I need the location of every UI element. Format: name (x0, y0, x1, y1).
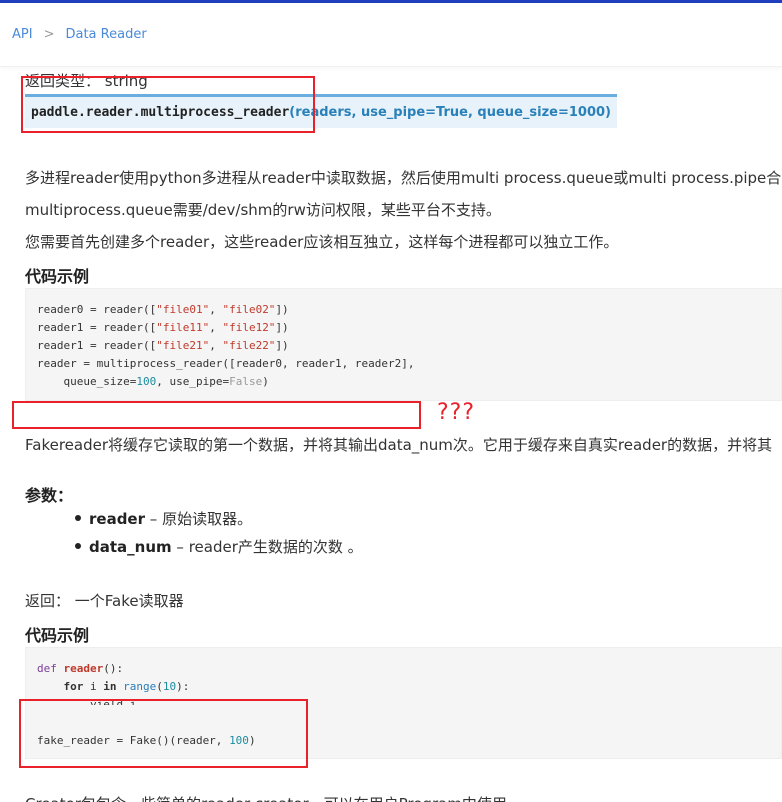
breadcrumb-bar: API > Data Reader (0, 3, 782, 67)
param-name: reader (89, 510, 146, 528)
returns-text: 返回： 一个Fake读取器 (25, 592, 184, 610)
code-line: reader0 = reader(["file01", "file02"]) (37, 303, 289, 316)
param-name: data_num (89, 538, 172, 556)
param-desc: 原始读取器。 (162, 510, 253, 528)
bullet-icon (75, 514, 81, 521)
code-line: for i in range(10): (63, 680, 190, 693)
bullet-icon (75, 542, 81, 549)
breadcrumb: API > Data Reader (12, 27, 147, 42)
code-line: yield i (37, 698, 137, 711)
code-line: reader1 = reader(["file21", "file22"]) (37, 339, 289, 352)
annotation-box-missing (12, 401, 421, 429)
code-line: def reader(): (37, 662, 124, 675)
api-signature: paddle.reader.multiprocess_reader(reader… (25, 94, 617, 128)
description-line-1: 多进程reader使用python多进程从reader中读取数据，然后使用mul… (25, 169, 782, 187)
code-example-heading: 代码示例 (25, 267, 90, 286)
breadcrumb-link-data-reader[interactable]: Data Reader (65, 27, 146, 42)
list-item: reader – 原始读取器。 (75, 505, 363, 533)
cutoff-paragraph: Creator包包含一些简单的reader creator，可以在用户Progr… (25, 793, 522, 802)
param-desc: reader产生数据的次数 。 (188, 538, 363, 556)
params-list: reader – 原始读取器。 data_num – reader产生数据的次数… (75, 505, 363, 561)
doc-content: 返回类型： string paddle.reader.multiprocess_… (0, 67, 782, 802)
signature-function-name: paddle.reader.multiprocess_reader (31, 105, 290, 120)
question-marks-annotation: ??? (437, 400, 476, 425)
description-line-3: 您需要首先创建多个reader，这些reader应该相互独立，这样每个进程都可以… (25, 233, 619, 251)
code-line: queue_size=100, use_pipe=False) (37, 375, 269, 388)
code-line: fake_reader = Fake()(reader, 100) (37, 734, 256, 747)
breadcrumb-link-api[interactable]: API (12, 27, 33, 42)
list-item: data_num – reader产生数据的次数 。 (75, 533, 363, 561)
code-line: reader = multiprocess_reader([reader0, r… (37, 357, 415, 370)
breadcrumb-separator: > (43, 27, 55, 42)
fake-reader-description: Fakereader将缓存它读取的第一个数据，并将其输出data_num次。它用… (25, 436, 773, 454)
description-line-2: multiprocess.queue需要/dev/shm的rw访问权限，某些平台… (25, 201, 501, 219)
code-line: reader1 = reader(["file11", "file12"]) (37, 321, 289, 334)
code-block-fake-reader: def reader(): for i in range(10): yield … (25, 647, 782, 759)
code-example-heading-2: 代码示例 (25, 626, 90, 645)
params-heading: 参数： (25, 486, 74, 505)
return-type-text: 返回类型： string (25, 72, 148, 90)
code-block-multiprocess: reader0 = reader(["file01", "file02"]) r… (25, 288, 782, 401)
signature-params: (readers, use_pipe=True, queue_size=1000… (289, 105, 611, 120)
